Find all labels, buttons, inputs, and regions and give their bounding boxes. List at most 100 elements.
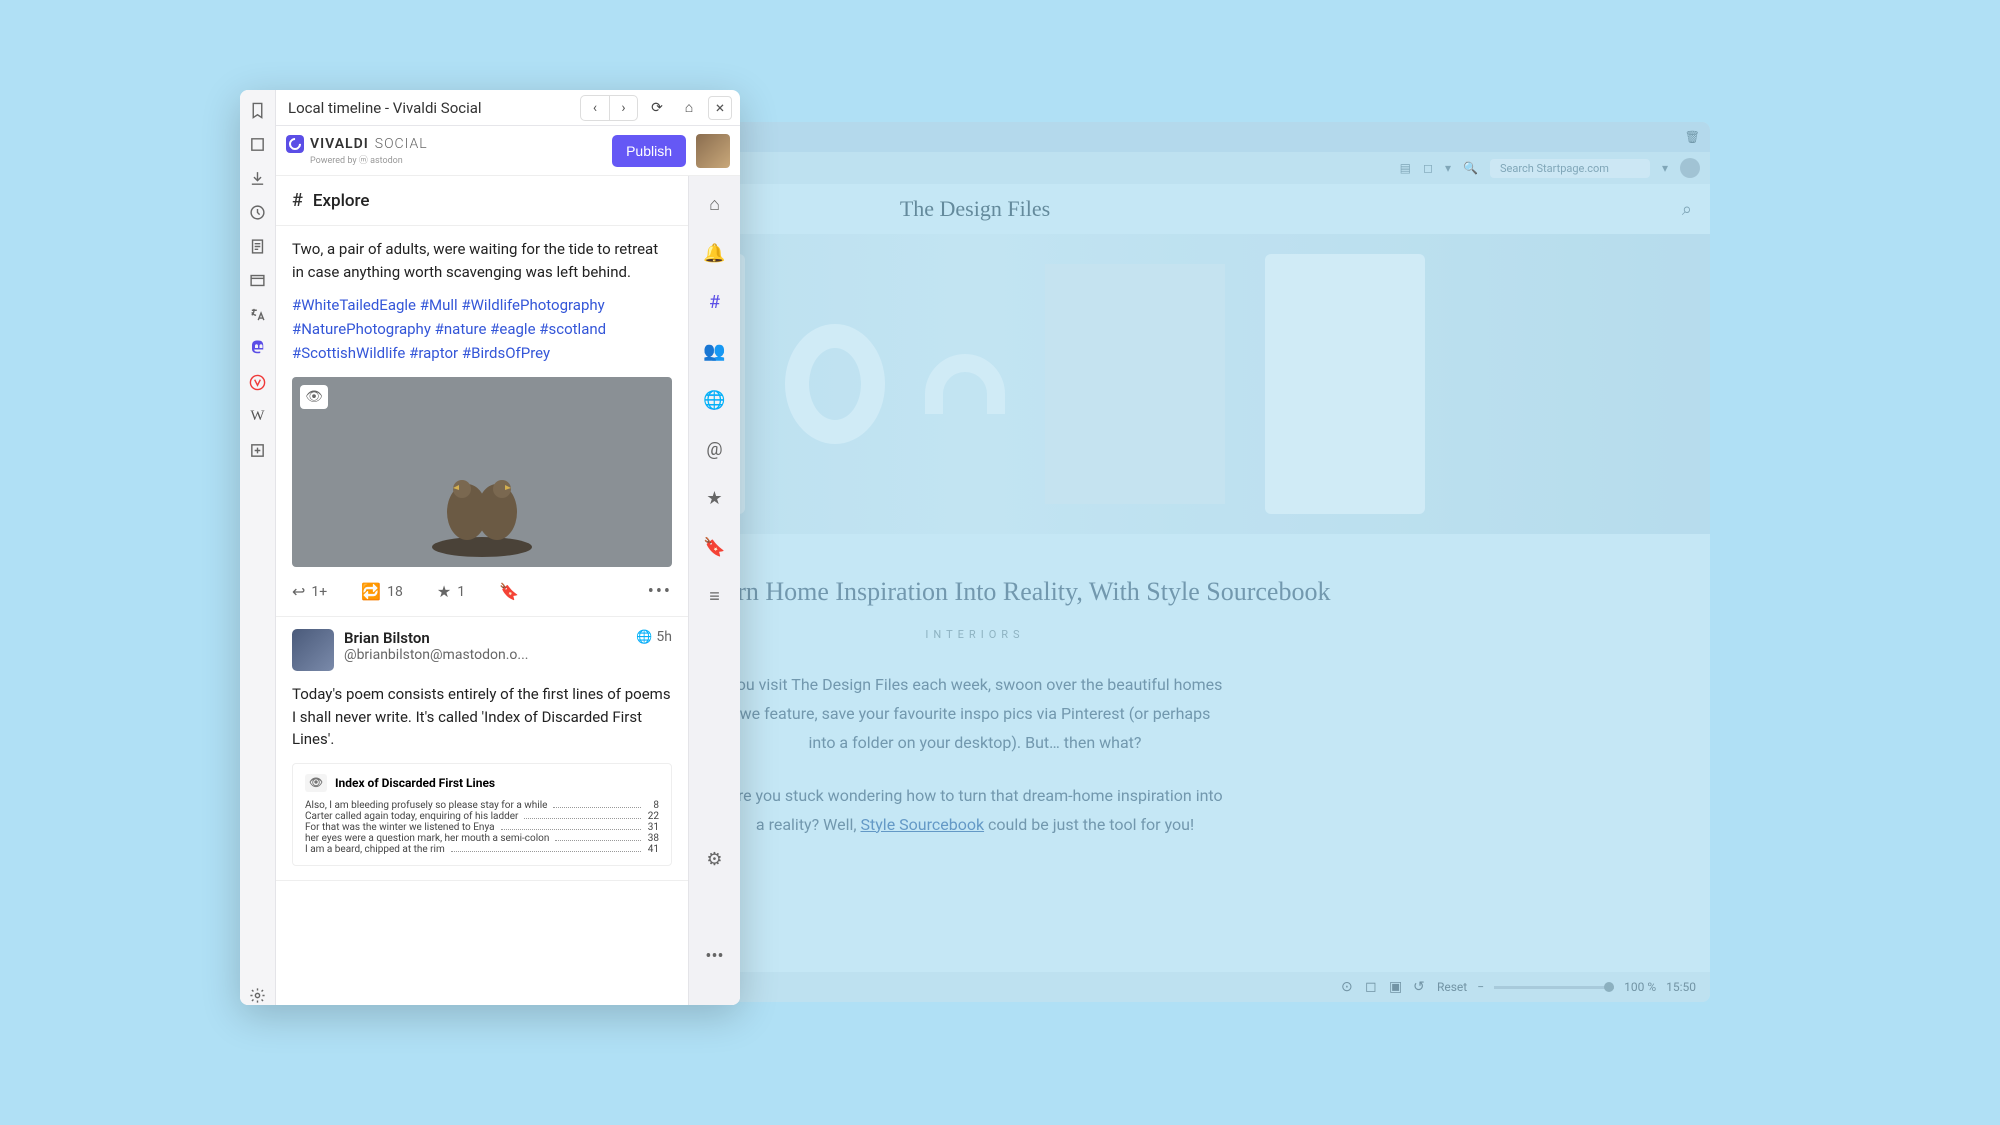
explore-header: # Explore: [276, 176, 688, 226]
globe-icon: 🌐: [636, 630, 652, 645]
hashtag-link[interactable]: #raptor: [409, 344, 458, 362]
mastodon-icon[interactable]: [248, 338, 268, 358]
status-icon[interactable]: ◻: [1365, 979, 1379, 995]
bg-addr-icon[interactable]: ▾: [1445, 161, 1451, 175]
status-icon[interactable]: ▣: [1389, 979, 1403, 995]
post-actions: ↩1+ 🔁18 ★1 🔖 •••: [292, 567, 672, 602]
add-panel-icon[interactable]: [248, 440, 268, 460]
style-sourcebook-link[interactable]: Style Sourcebook: [861, 815, 985, 834]
zoom-level: 100 %: [1624, 980, 1656, 994]
feed[interactable]: # Explore Two, a pair of adults, were wa…: [276, 176, 688, 1005]
nav-back-button[interactable]: ‹: [581, 96, 609, 120]
hashtag-link[interactable]: #BirdsOfPrey: [462, 344, 550, 362]
downloads-icon[interactable]: [248, 168, 268, 188]
vivaldi-social-panel: W Local timeline - Vivaldi Social ‹ › ⟳ …: [240, 90, 740, 1005]
poem-line: Carter called again today, enquiring of …: [305, 811, 659, 822]
article-para-1: You visit The Design Files each week, sw…: [725, 671, 1225, 757]
home-icon[interactable]: ⌂: [709, 194, 720, 215]
vivaldi-panel-rail: W: [240, 90, 276, 1005]
preferences-icon[interactable]: ⚙: [706, 849, 722, 870]
social-header: VIVALDI SOCIAL Powered by ⓜ astodon Publ…: [276, 126, 740, 176]
mentions-icon[interactable]: @: [706, 439, 722, 460]
publish-button[interactable]: Publish: [612, 135, 686, 167]
notes-icon[interactable]: [248, 236, 268, 256]
powered-by: Powered by ⓜ astodon: [310, 153, 428, 166]
social-nav-rail: ⌂ 🔔 # 👥 🌐 @ ★ 🔖 ≡ ⚙ •••: [688, 176, 740, 1005]
post-avatar[interactable]: [292, 629, 334, 671]
hashtag-link[interactable]: #nature: [435, 320, 487, 338]
notifications-icon[interactable]: 🔔: [703, 243, 725, 264]
federated-icon[interactable]: 🌐: [703, 390, 725, 411]
poem-line: I am a beard, chipped at the rim41: [305, 844, 659, 855]
hashtag-link[interactable]: #NaturePhotography: [292, 320, 431, 338]
zoom-out-icon[interactable]: −: [1477, 980, 1484, 994]
bg-addr-icon[interactable]: ▤: [1400, 161, 1411, 175]
poem-line: Also, I am bleeding profusely so please …: [305, 800, 659, 811]
hide-media-icon[interactable]: 👁: [305, 774, 327, 792]
bg-search-caret[interactable]: ▾: [1662, 161, 1668, 175]
post-2: Brian Bilston @brianbilston@mastodon.o..…: [276, 617, 688, 881]
vivaldi-logo-icon: [286, 135, 304, 153]
bookmarks-nav-icon[interactable]: 🔖: [703, 537, 725, 558]
post-author-handle: @brianbilston@mastodon.o...: [344, 647, 626, 663]
post-body: Today's poem consists entirely of the fi…: [292, 683, 672, 751]
hashtag-link[interactable]: #WhiteTailedEagle: [292, 296, 416, 314]
bookmarks-icon[interactable]: [248, 100, 268, 120]
poem-attachment[interactable]: 👁 Index of Discarded First Lines Also, I…: [292, 763, 672, 866]
vivaldi-icon[interactable]: [248, 372, 268, 392]
poem-line: For that was the winter we listened to E…: [305, 822, 659, 833]
bg-addr-icon[interactable]: ◻: [1423, 161, 1433, 175]
reset-zoom[interactable]: Reset: [1437, 980, 1467, 994]
post-tags: #WhiteTailedEagle #Mull #WildlifePhotogr…: [292, 293, 672, 365]
post-time: 🌐5h: [636, 629, 672, 645]
home-button[interactable]: ⌂: [676, 96, 702, 120]
reading-list-icon[interactable]: [248, 134, 268, 154]
post-text: Two, a pair of adults, were waiting for …: [292, 238, 672, 283]
settings-icon[interactable]: [248, 985, 268, 1005]
vivaldi-social-brand: VIVALDI SOCIAL Powered by ⓜ astodon: [286, 135, 428, 166]
status-icon[interactable]: ↺: [1413, 979, 1427, 995]
article-para-2: Are you stuck wondering how to turn that…: [725, 782, 1225, 840]
bg-site-title: The Design Files: [900, 196, 1050, 222]
hashtag-link[interactable]: #eagle: [490, 320, 535, 338]
boost-button[interactable]: 🔁18: [361, 582, 403, 601]
lists-icon[interactable]: ≡: [709, 586, 720, 607]
trash-icon[interactable]: 🗑: [1685, 130, 1700, 144]
nav-forward-button[interactable]: ›: [609, 96, 637, 120]
favorite-button[interactable]: ★1: [437, 582, 465, 601]
zoom-slider[interactable]: [1494, 986, 1614, 989]
window-icon[interactable]: [248, 270, 268, 290]
bg-searchbox[interactable]: Search Startpage.com: [1490, 159, 1650, 178]
hash-icon: #: [292, 190, 303, 211]
clock: 15:50: [1666, 980, 1696, 994]
profile-avatar[interactable]: [696, 134, 730, 168]
hashtag-link[interactable]: #ScottishWildlife: [292, 344, 405, 362]
wikipedia-icon[interactable]: W: [248, 406, 268, 426]
bookmark-button[interactable]: 🔖: [499, 582, 519, 601]
hashtag-link[interactable]: #WildlifePhotography: [461, 296, 604, 314]
favorites-icon[interactable]: ★: [706, 488, 722, 509]
hide-media-icon[interactable]: 👁: [300, 385, 328, 409]
search-icon: 🔍: [1463, 161, 1478, 175]
search-icon[interactable]: ⌕: [1682, 199, 1692, 220]
post-author-name[interactable]: Brian Bilston: [344, 629, 626, 647]
status-icon[interactable]: ⊙: [1341, 979, 1355, 995]
more-nav-icon[interactable]: •••: [705, 946, 723, 967]
translate-icon[interactable]: [248, 304, 268, 324]
panel-titlebar: Local timeline - Vivaldi Social ‹ › ⟳ ⌂ …: [276, 90, 740, 126]
bg-profile-avatar[interactable]: [1680, 158, 1700, 178]
more-button[interactable]: •••: [648, 581, 672, 602]
post-image[interactable]: 👁: [292, 377, 672, 567]
explore-icon[interactable]: #: [709, 292, 720, 313]
reply-button[interactable]: ↩1+: [292, 582, 327, 601]
hashtag-link[interactable]: #Mull: [420, 296, 458, 314]
reload-button[interactable]: ⟳: [644, 96, 670, 120]
poem-line: her eyes were a question mark, her mouth…: [305, 833, 659, 844]
history-icon[interactable]: [248, 202, 268, 222]
community-icon[interactable]: 👥: [703, 341, 725, 362]
close-panel-button[interactable]: ×: [708, 96, 732, 120]
explore-label: Explore: [313, 191, 370, 211]
panel-title: Local timeline - Vivaldi Social: [288, 99, 574, 117]
eagle-illustration: [412, 457, 552, 557]
hashtag-link[interactable]: #scotland: [539, 320, 606, 338]
